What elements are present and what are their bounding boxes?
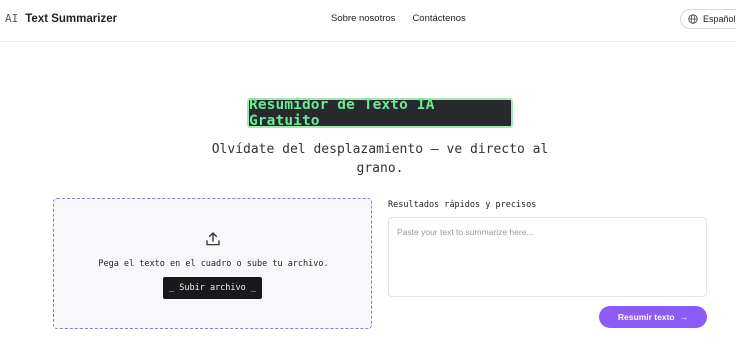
nav-link-contact[interactable]: Contáctenos — [412, 13, 465, 24]
brand[interactable]: AI Text Summarizer — [5, 12, 117, 25]
main-nav: Sobre nosotros Contáctenos — [331, 13, 483, 24]
upload-hint: Pega el texto en el cuadro o sube tu arc… — [98, 259, 329, 269]
summarize-button[interactable]: Resumir texto → — [599, 306, 707, 328]
logo-mark: AI — [5, 12, 19, 25]
hero-badge: Resumidor de Texto IA Gratuito — [247, 97, 513, 129]
upload-file-button[interactable]: _ Subir archivo _ — [163, 277, 262, 299]
text-input[interactable] — [388, 217, 707, 297]
upload-icon — [206, 232, 220, 246]
top-navbar: AI Text Summarizer Sobre nosotros Contác… — [0, 0, 736, 42]
language-label: Español — [703, 14, 736, 24]
hero-tagline: Olvídate del desplazamiento — ve directo… — [211, 142, 549, 176]
page: AI Text Summarizer Sobre nosotros Contác… — [0, 0, 736, 345]
arrow-right-icon: → — [679, 312, 689, 322]
nav-link-about[interactable]: Sobre nosotros — [331, 13, 395, 24]
app-name: Text Summarizer — [25, 12, 118, 25]
language-selector[interactable]: Español — [680, 9, 736, 29]
hero-title: Resumidor de Texto IA Gratuito — [249, 97, 435, 129]
upload-file-label: _ Subir archivo _ — [169, 283, 256, 293]
results-label: Resultados rápidos y precisos — [388, 200, 537, 210]
upload-dropzone[interactable]: Pega el texto en el cuadro o sube tu arc… — [53, 198, 372, 329]
globe-icon — [688, 14, 698, 24]
summarize-label: Resumir texto — [617, 312, 675, 322]
